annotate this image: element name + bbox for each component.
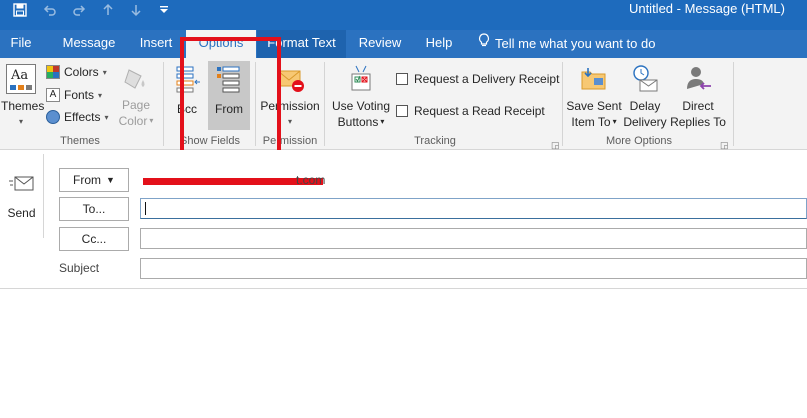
redo-icon[interactable] <box>69 0 89 20</box>
from-address-suffix: t.com <box>296 173 326 187</box>
cc-field[interactable] <box>140 228 807 249</box>
effects-icon <box>46 110 60 124</box>
chevron-down-icon: ▾ <box>98 90 103 100</box>
ribbon-tabs: File Message Insert Options Format Text … <box>0 30 807 58</box>
tab-help[interactable]: Help <box>414 30 464 58</box>
fonts-icon: A <box>46 88 60 102</box>
folder-arrow-icon <box>579 64 609 94</box>
delivery-receipt-checkbox[interactable]: Request a Delivery Receipt <box>396 72 559 86</box>
tab-file[interactable]: File <box>0 30 42 58</box>
effects-label: Effects <box>64 110 101 124</box>
save-sent-item-button[interactable]: Save Sent Item To ▾ <box>566 64 622 132</box>
person-arrow-icon <box>683 64 713 94</box>
delay-label-2: Delivery <box>623 115 667 129</box>
to-button[interactable]: To... <box>59 197 129 221</box>
voting-label-2-text: Buttons <box>337 115 379 129</box>
themes-label: Themes <box>1 99 45 113</box>
page-color-button[interactable]: Page Color ▾ <box>114 64 158 130</box>
from-button-label: From <box>73 173 102 187</box>
themes-button[interactable]: Aa Themes ▾ <box>1 64 45 130</box>
chevron-down-icon: ▾ <box>380 117 385 126</box>
group-label-tracking: Tracking <box>414 135 456 147</box>
colors-icon <box>46 65 60 79</box>
cc-button[interactable]: Cc... <box>59 227 129 251</box>
use-voting-buttons[interactable]: Use Voting Buttons ▾ <box>330 64 392 132</box>
direct-label-2: Replies To <box>670 115 726 129</box>
direct-replies-button[interactable]: Direct Replies To <box>670 64 726 132</box>
direct-label-1: Direct <box>682 99 714 113</box>
clock-envelope-icon <box>630 64 660 94</box>
compose-area: Send From ▼ t.com To... Cc... Subject <box>0 150 807 418</box>
fonts-button[interactable]: A Fonts ▾ <box>46 88 102 102</box>
subject-label: Subject <box>59 261 100 275</box>
save-sent-label-1: Save Sent <box>566 99 622 113</box>
ribbon: Aa Themes ▾ Colors ▾ A Fonts ▾ Effects ▾… <box>0 58 807 150</box>
page-color-label-2: Color ▾ <box>114 113 158 129</box>
group-separator <box>324 62 325 146</box>
customize-icon[interactable] <box>154 0 174 20</box>
page-color-label-2-text: Color <box>118 114 148 128</box>
send-button[interactable]: Send <box>0 154 44 238</box>
delay-label-1: Delay <box>629 99 661 113</box>
effects-button[interactable]: Effects ▾ <box>46 110 108 124</box>
down-arrow-icon[interactable] <box>126 0 146 20</box>
chevron-down-icon: ▾ <box>104 112 109 122</box>
save-icon[interactable] <box>10 0 30 20</box>
chevron-down-icon: ▾ <box>612 117 617 126</box>
voting-label-1: Use Voting <box>331 99 391 113</box>
send-envelope-icon <box>8 173 36 198</box>
tab-insert[interactable]: Insert <box>130 30 182 58</box>
colors-label: Colors <box>64 65 99 79</box>
group-separator <box>163 62 164 146</box>
checkbox-box[interactable] <box>396 73 408 85</box>
chevron-down-icon: ▼ <box>106 175 115 185</box>
tab-review[interactable]: Review <box>352 30 408 58</box>
lightbulb-icon <box>478 31 490 57</box>
chevron-down-icon: ▾ <box>18 117 23 126</box>
from-button[interactable]: From ▼ <box>59 168 129 192</box>
group-label-more-options: More Options <box>605 135 673 147</box>
message-body[interactable] <box>0 289 807 418</box>
read-receipt-checkbox[interactable]: Request a Read Receipt <box>396 104 545 118</box>
annotation-highlight-box <box>180 37 281 165</box>
checkbox-box[interactable] <box>396 105 408 117</box>
chevron-down-icon: ▾ <box>149 116 154 125</box>
themes-icon: Aa <box>6 64 36 94</box>
subject-field[interactable] <box>140 258 807 279</box>
text-caret <box>145 202 146 215</box>
chevron-down-icon: ▾ <box>102 67 107 77</box>
save-sent-label-2: Item To ▾ <box>566 114 622 130</box>
delay-delivery-button[interactable]: Delay Delivery <box>622 64 668 132</box>
to-button-label: To... <box>82 202 106 216</box>
undo-icon[interactable] <box>40 0 60 20</box>
tell-me-search[interactable]: Tell me what you want to do <box>478 30 658 58</box>
save-sent-label-2-text: Item To <box>571 115 611 129</box>
fonts-label: Fonts <box>64 88 95 102</box>
group-label-themes: Themes <box>60 135 100 147</box>
tell-me-text: Tell me what you want to do <box>495 36 656 51</box>
voting-label-2: Buttons ▾ <box>330 114 392 130</box>
voting-icon <box>346 64 376 94</box>
group-separator <box>562 62 563 146</box>
title-bar: Untitled - Message (HTML) <box>0 0 807 30</box>
window-title: Untitled - Message (HTML) <box>628 1 785 16</box>
cc-button-label: Cc... <box>81 232 107 246</box>
send-label: Send <box>7 205 36 220</box>
read-receipt-label: Request a Read Receipt <box>414 104 545 118</box>
paint-bucket-icon <box>121 64 151 94</box>
group-separator <box>733 62 734 146</box>
up-arrow-icon[interactable] <box>98 0 118 20</box>
to-field[interactable] <box>140 198 807 219</box>
tab-message[interactable]: Message <box>54 30 124 58</box>
page-color-label-1: Page <box>121 98 151 112</box>
delivery-receipt-label: Request a Delivery Receipt <box>414 72 560 86</box>
colors-button[interactable]: Colors ▾ <box>46 65 107 79</box>
